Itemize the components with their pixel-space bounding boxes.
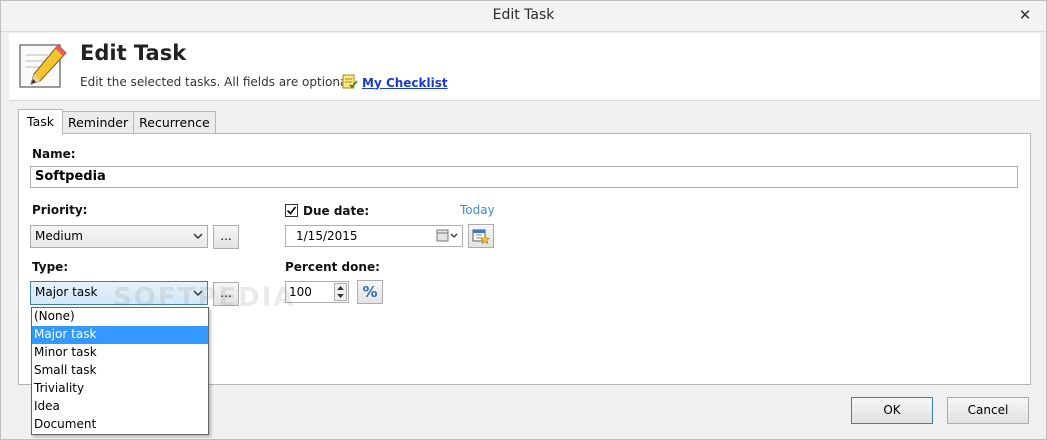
name-field[interactable]: Softpedia — [30, 166, 1018, 188]
dialog-subtitle: Edit the selected tasks. All fields are … — [80, 75, 355, 89]
type-option-small[interactable]: Small task — [32, 362, 208, 380]
type-value: Major task — [35, 285, 98, 299]
checkmark-icon — [286, 206, 297, 215]
type-option-triviality[interactable]: Triviality — [32, 380, 208, 398]
calendar-star-icon — [472, 229, 491, 245]
title-bar[interactable]: Edit Task ✕ — [1, 1, 1046, 32]
dialog-title: Edit Task — [80, 41, 187, 65]
name-label: Name: — [32, 147, 76, 161]
today-link[interactable]: Today — [460, 203, 495, 217]
priority-more-button[interactable]: ... — [213, 225, 239, 249]
chevron-down-icon — [193, 226, 203, 254]
tab-task[interactable]: Task — [18, 109, 63, 135]
type-option-major[interactable]: Major task — [32, 326, 208, 344]
ok-button[interactable]: OK — [851, 397, 933, 424]
type-label: Type: — [32, 260, 69, 274]
cancel-button[interactable]: Cancel — [947, 397, 1029, 424]
priority-label: Priority: — [32, 203, 88, 217]
percent-button[interactable]: % — [357, 280, 383, 304]
my-checklist-label[interactable]: My Checklist — [362, 76, 448, 90]
due-date-picker[interactable]: 1/15/2015 — [285, 225, 463, 247]
date-shortcut-button[interactable] — [468, 224, 494, 248]
type-dropdown-list[interactable]: (None) Major task Minor task Small task … — [31, 307, 209, 435]
type-option-minor[interactable]: Minor task — [32, 344, 208, 362]
close-icon[interactable]: ✕ — [1012, 4, 1038, 26]
stepper-arrows-icon[interactable] — [334, 283, 347, 301]
due-date-label: Due date: — [303, 204, 370, 218]
percent-done-label: Percent done: — [285, 260, 380, 274]
due-date-checkbox[interactable] — [285, 204, 298, 217]
tab-bar: Task Reminder Recurrence — [18, 109, 216, 135]
priority-value: Medium — [35, 229, 83, 243]
checklist-icon — [342, 73, 358, 92]
due-date-value: 1/15/2015 — [296, 229, 358, 243]
tab-reminder[interactable]: Reminder — [61, 111, 135, 134]
edit-task-window: Edit Task ✕ Edit Task Edit the selected … — [0, 0, 1047, 440]
priority-select[interactable]: Medium — [30, 225, 208, 248]
type-option-idea[interactable]: Idea — [32, 398, 208, 416]
calendar-dropdown-icon[interactable] — [436, 229, 458, 246]
dialog-header: Edit Task Edit the selected tasks. All f… — [9, 33, 1040, 101]
pencil-edit-icon — [18, 41, 70, 91]
type-option-none[interactable]: (None) — [32, 308, 208, 326]
tab-recurrence[interactable]: Recurrence — [133, 111, 216, 134]
type-option-document[interactable]: Document — [32, 416, 208, 434]
window-title: Edit Task — [492, 7, 555, 23]
my-checklist-link[interactable]: My Checklist — [342, 73, 448, 92]
